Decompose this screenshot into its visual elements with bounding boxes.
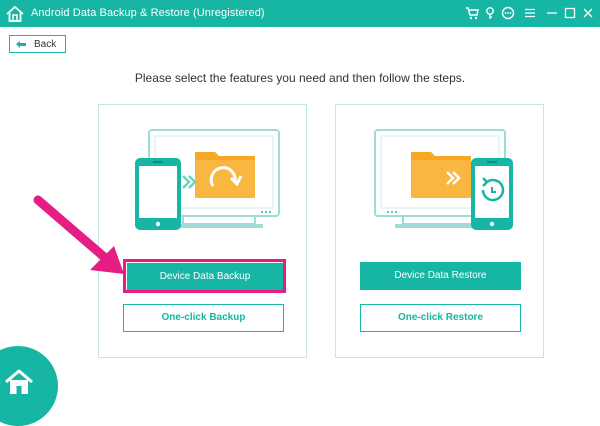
phone-icon	[471, 158, 513, 230]
back-arrow-icon	[16, 41, 26, 48]
maximize-icon[interactable]	[563, 6, 577, 20]
home-icon[interactable]	[5, 4, 25, 24]
window-title: Android Data Backup & Restore (Unregiste…	[31, 7, 265, 19]
back-button[interactable]: Back	[9, 35, 66, 53]
folder-icon	[195, 152, 255, 198]
minimize-icon[interactable]	[545, 6, 559, 20]
backup-illustration	[135, 129, 280, 230]
one-click-restore-button[interactable]: One-click Restore	[360, 304, 521, 332]
close-icon[interactable]	[581, 6, 595, 20]
one-click-backup-button[interactable]: One-click Backup	[123, 304, 284, 332]
key-icon[interactable]	[483, 6, 497, 20]
device-data-restore-button[interactable]: Device Data Restore	[360, 262, 521, 290]
chat-icon[interactable]	[501, 6, 515, 20]
title-bar: Android Data Backup & Restore (Unregiste…	[0, 0, 600, 27]
back-button-label: Back	[34, 39, 57, 50]
restore-illustration	[374, 129, 513, 230]
phone-icon	[135, 158, 181, 230]
pointer-arrow	[33, 195, 124, 274]
menu-icon[interactable]	[523, 6, 537, 20]
instruction-text: Please select the features you need and …	[134, 71, 466, 85]
cart-icon[interactable]	[465, 6, 479, 20]
folder-icon	[411, 152, 471, 198]
home-icon	[5, 369, 33, 394]
highlight-box	[123, 259, 286, 293]
